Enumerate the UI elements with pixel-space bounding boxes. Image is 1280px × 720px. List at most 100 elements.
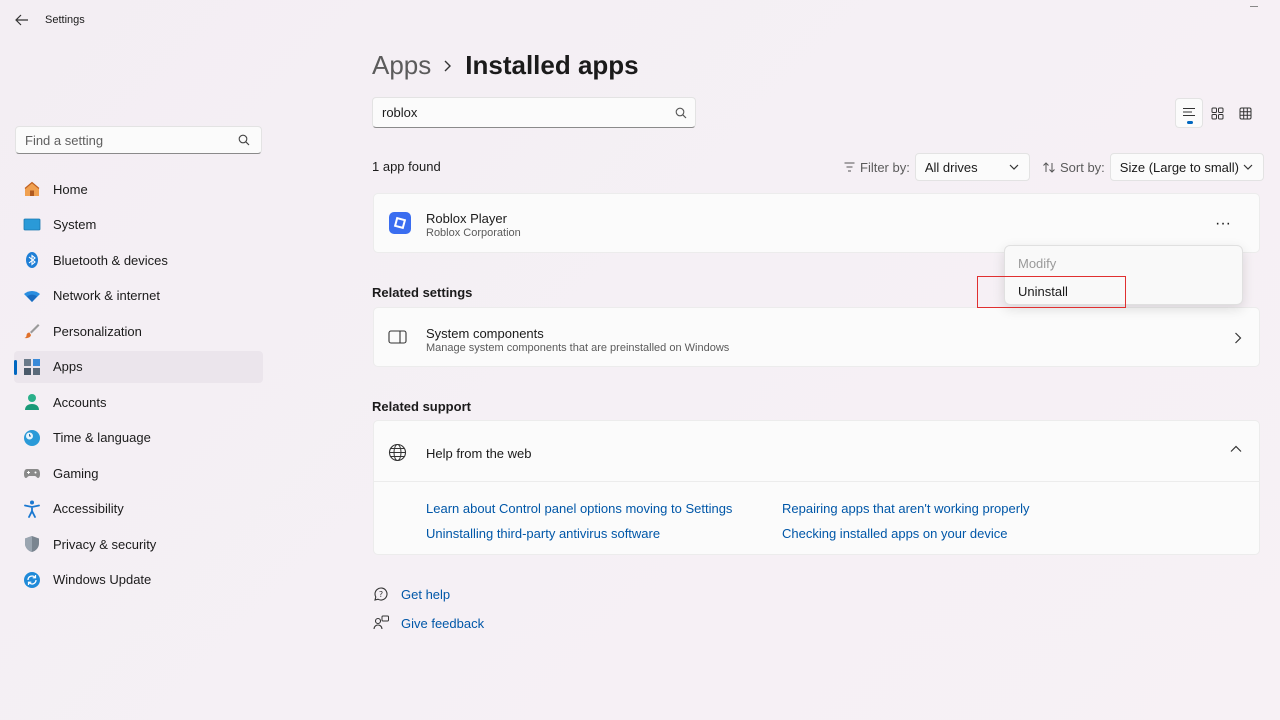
sidebar-item-label: Accounts <box>53 394 107 410</box>
settings-search-box[interactable] <box>15 126 262 154</box>
chevron-down-icon <box>1243 164 1253 170</box>
sidebar-nav: Home System Bluetooth & devices Network … <box>14 173 263 599</box>
arrow-left-icon <box>15 14 28 26</box>
more-icon: ··· <box>1215 215 1231 232</box>
title-bar: Settings <box>0 0 1280 40</box>
related-support-heading: Related support <box>372 399 471 414</box>
sidebar-item-label: Accessibility <box>53 501 124 516</box>
view-toggles <box>1175 98 1259 128</box>
system-components-icon <box>388 330 407 344</box>
svg-text:?: ? <box>379 590 383 599</box>
app-search-box[interactable] <box>372 97 696 128</box>
sort-control: Sort by: Size (Large to small) <box>1043 153 1264 181</box>
sort-icon <box>1043 161 1055 173</box>
sidebar-item-apps[interactable]: Apps <box>14 350 263 383</box>
grid-view-button[interactable] <box>1203 98 1231 128</box>
help-link[interactable]: Learn about Control panel options moving… <box>426 501 732 516</box>
uninstall-highlight <box>977 276 1126 308</box>
brush-icon <box>23 322 41 340</box>
help-link[interactable]: Checking installed apps on your device <box>782 526 1007 541</box>
bluetooth-icon <box>23 251 41 269</box>
app-list-item[interactable]: Roblox Player Roblox Corporation ··· <box>373 193 1260 253</box>
sidebar-item-windows-update[interactable]: Windows Update <box>14 564 263 596</box>
minimize-button[interactable] <box>1250 6 1258 7</box>
sidebar-item-label: Home <box>53 181 88 197</box>
sidebar-item-accessibility[interactable]: Accessibility <box>14 493 263 525</box>
search-icon[interactable] <box>675 107 687 119</box>
sidebar-item-label: Windows Update <box>53 572 152 587</box>
sidebar-item-label: Privacy & security <box>53 536 157 552</box>
search-icon[interactable] <box>238 134 250 146</box>
sidebar-item-network[interactable]: Network & internet <box>14 280 263 312</box>
chevron-down-icon <box>1009 164 1019 170</box>
filter-control: Filter by: All drives <box>844 153 1030 181</box>
list-view-button[interactable] <box>1175 98 1203 128</box>
help-from-web-header[interactable]: Help from the web <box>374 421 1259 482</box>
filter-icon <box>844 162 855 172</box>
filter-label: Filter by: <box>860 159 910 175</box>
help-title: Help from the web <box>426 446 532 461</box>
help-link[interactable]: Uninstalling third-party antivirus softw… <box>426 526 660 541</box>
settings-search-input[interactable] <box>16 127 226 153</box>
page-title: Installed apps <box>465 50 639 80</box>
sidebar-item-time-language[interactable]: Time & language <box>14 422 263 454</box>
sort-label: Sort by: <box>1060 159 1105 175</box>
sidebar-item-bluetooth[interactable]: Bluetooth & devices <box>14 244 263 276</box>
update-icon <box>23 571 41 589</box>
accessibility-icon <box>23 500 41 518</box>
card-description: Manage system components that are preins… <box>426 342 730 354</box>
apps-icon <box>23 358 41 376</box>
sidebar-item-privacy[interactable]: Privacy & security <box>14 528 263 560</box>
sidebar-item-gaming[interactable]: Gaming <box>14 457 263 489</box>
sidebar-item-home[interactable]: Home <box>14 173 263 205</box>
app-search-input[interactable] <box>373 98 663 127</box>
sidebar-item-label: Time & language <box>53 430 151 445</box>
chevron-right-icon <box>443 59 453 73</box>
back-button[interactable] <box>12 10 32 30</box>
gamepad-icon <box>23 464 41 482</box>
feedback-icon <box>372 614 390 632</box>
sidebar-item-personalization[interactable]: Personalization <box>14 315 263 347</box>
sidebar-item-label: Gaming <box>53 465 99 481</box>
give-feedback-text: Give feedback <box>401 615 485 631</box>
sort-value: Size (Large to small) <box>1119 159 1240 175</box>
chevron-right-icon <box>1235 332 1242 344</box>
wifi-icon <box>23 287 41 305</box>
sidebar-item-label: Network & internet <box>53 288 160 303</box>
globe-icon <box>388 443 407 462</box>
account-icon <box>23 393 41 411</box>
list-view-icon <box>1183 107 1195 117</box>
give-feedback-link[interactable]: Give feedback <box>372 614 484 632</box>
help-from-web-card: Help from the web Learn about Control pa… <box>373 420 1260 555</box>
table-view-icon <box>1239 107 1251 119</box>
sidebar-item-label: System <box>53 217 97 232</box>
get-help-link[interactable]: ? Get help <box>372 585 450 603</box>
sort-dropdown[interactable]: Size (Large to small) <box>1109 153 1264 181</box>
card-title: System components <box>426 326 544 341</box>
related-settings-heading: Related settings <box>372 285 473 300</box>
help-link[interactable]: Repairing apps that aren't working prope… <box>782 501 1029 516</box>
system-components-card[interactable]: System components Manage system componen… <box>373 307 1260 367</box>
sidebar-item-system[interactable]: System <box>14 209 263 241</box>
table-view-button[interactable] <box>1231 98 1259 128</box>
grid-view-icon <box>1211 107 1223 119</box>
globe-clock-icon <box>23 429 41 447</box>
home-icon <box>23 180 41 198</box>
sidebar-item-label: Personalization <box>53 323 142 339</box>
get-help-text: Get help <box>401 586 451 602</box>
filter-dropdown[interactable]: All drives <box>914 153 1030 181</box>
help-icon: ? <box>372 585 390 603</box>
sidebar-item-label: Bluetooth & devices <box>53 252 168 268</box>
sidebar-item-accounts[interactable]: Accounts <box>14 386 263 418</box>
app-name: Roblox Player <box>426 211 507 226</box>
app-publisher: Roblox Corporation <box>426 227 521 239</box>
more-options-button[interactable]: ··· <box>1209 212 1237 236</box>
system-icon <box>23 216 41 234</box>
shield-icon <box>23 535 41 553</box>
breadcrumb-apps-link[interactable]: Apps <box>372 50 431 81</box>
breadcrumb: Apps Installed apps <box>372 50 639 81</box>
filter-value: All drives <box>924 159 978 175</box>
window-title: Settings <box>45 14 85 26</box>
roblox-logo-icon <box>389 212 411 234</box>
result-count: 1 app found <box>372 159 441 174</box>
